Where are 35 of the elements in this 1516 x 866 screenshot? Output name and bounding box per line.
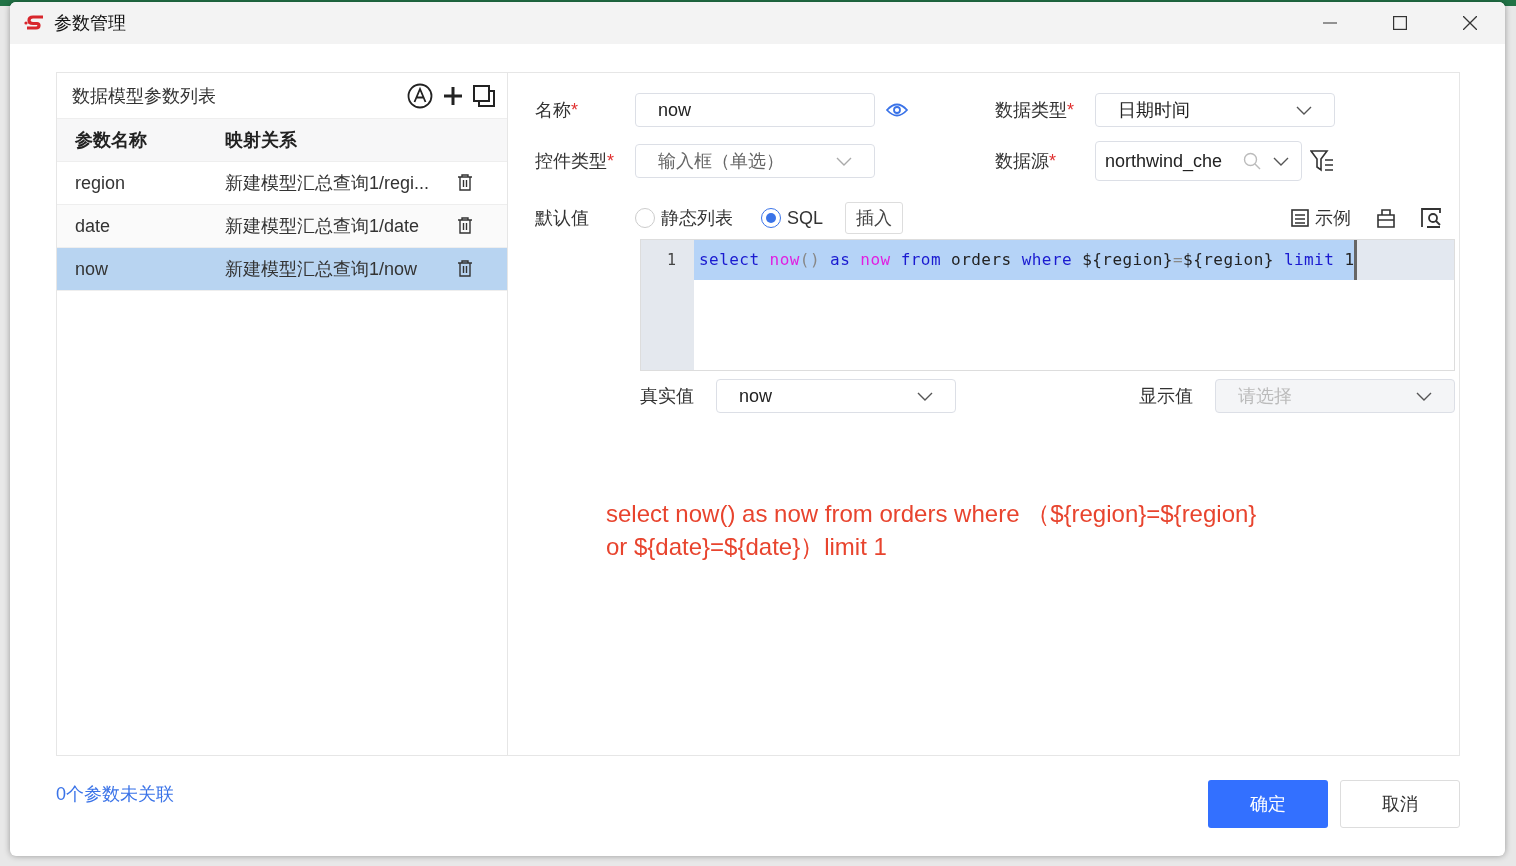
column-header: 参数名称 xyxy=(75,129,148,152)
parameter-mapping: 新建模型汇总查询1/date xyxy=(225,215,421,238)
annotation-text: or ${date}=${date}）limit 1 xyxy=(606,532,888,562)
control-type-dropdown[interactable]: 输入框（单选） xyxy=(635,144,875,178)
code-editor[interactable]: 1 select now() as now from orders where ${region}=${region} limit 1 xyxy=(640,239,1455,371)
parameter-name: now xyxy=(75,258,110,280)
name-field[interactable]: now xyxy=(635,93,875,127)
field-label: 控件类型* xyxy=(535,150,615,173)
radio-option[interactable]: 静态列表 xyxy=(635,206,733,230)
example-button[interactable]: 示例 xyxy=(1291,206,1351,230)
field-label: 数据源* xyxy=(995,150,1057,173)
panel-title: 数据模型参数列表 xyxy=(72,84,216,108)
insert-button[interactable]: 插入 xyxy=(845,202,904,234)
field-label: 默认值 xyxy=(535,207,590,230)
cancel-button[interactable]: 取消 xyxy=(1340,780,1460,828)
radio-option[interactable]: SQL xyxy=(761,207,824,229)
field-label: 真实值 xyxy=(640,385,695,408)
data-type-dropdown[interactable]: 日期时间 xyxy=(1095,93,1335,127)
field-label: 名称* xyxy=(535,99,579,122)
parameter-row[interactable]: now 新建模型汇总查询1/now xyxy=(57,248,507,291)
ok-button[interactable]: 确定 xyxy=(1208,780,1328,828)
parameter-mapping: 新建模型汇总查询1/now xyxy=(225,258,419,281)
unlinked-parameters-link[interactable]: 0个参数未关联 xyxy=(56,782,174,806)
parameter-row[interactable]: date 新建模型汇总查询1/date xyxy=(57,205,507,248)
line-number: 1 xyxy=(665,250,677,271)
annotation-text: select now() as now from orders where （${region}=${region} xyxy=(606,499,1258,529)
parameter-name: date xyxy=(75,215,112,237)
data-source-dropdown[interactable]: northwind_che xyxy=(1095,141,1302,181)
column-header: 映射关系 xyxy=(225,129,298,152)
window-title: 参数管理 xyxy=(54,12,126,35)
field-label: 显示值 xyxy=(1139,385,1194,408)
parameter-mapping: 新建模型汇总查询1/regi... xyxy=(225,172,431,195)
parameter-name: region xyxy=(75,172,127,194)
field-label: 数据类型* xyxy=(995,99,1075,122)
real-value-dropdown[interactable]: now xyxy=(716,379,956,413)
